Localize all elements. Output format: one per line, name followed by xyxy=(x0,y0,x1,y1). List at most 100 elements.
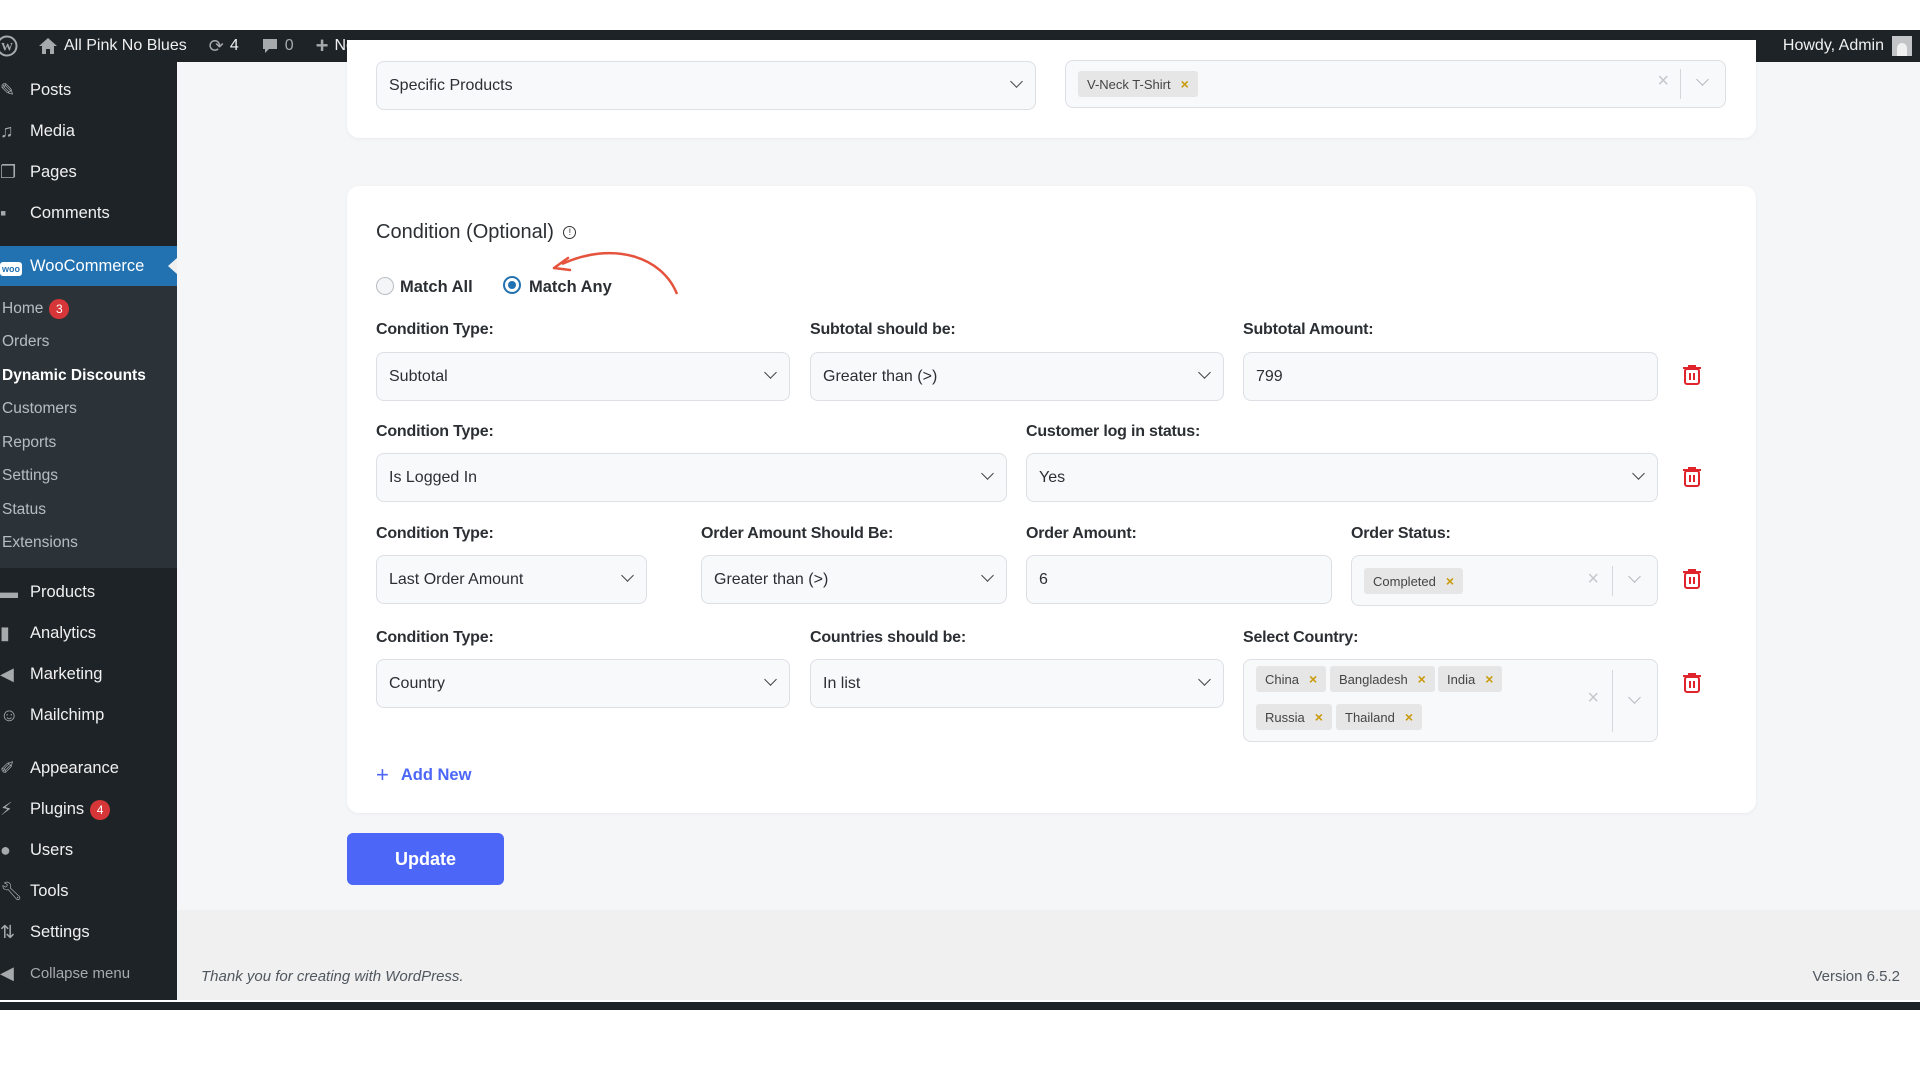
login-status-select[interactable]: Yes xyxy=(1026,453,1658,502)
sidebar-item-mailchimp[interactable]: ☺ Mailchimp xyxy=(0,695,177,736)
match-all-radio[interactable] xyxy=(376,277,394,295)
order-status-multiselect[interactable]: Completed × × xyxy=(1351,555,1658,606)
avatar xyxy=(1892,36,1912,56)
sidebar-item-tools[interactable]: 🔧︎ Tools xyxy=(0,871,177,912)
select-country-label: Select Country: xyxy=(1243,629,1359,646)
chevron-down-icon xyxy=(764,366,777,379)
remove-tag-icon[interactable]: × xyxy=(1309,671,1317,687)
country-tag: China × xyxy=(1256,666,1327,692)
submenu-customers[interactable]: Customers xyxy=(0,393,177,427)
remove-tag-icon[interactable]: × xyxy=(1315,709,1323,725)
site-name-link[interactable]: All Pink No Blues xyxy=(38,30,187,62)
updates-link[interactable]: ⟳ 4 xyxy=(209,30,239,62)
divider xyxy=(1680,69,1681,99)
sidebar-item-appearance[interactable]: ✐ Appearance xyxy=(0,748,177,789)
plug-icon: ⚡ xyxy=(0,799,13,819)
submenu-settings[interactable]: Settings xyxy=(0,460,177,494)
comment-icon: ▪ xyxy=(0,203,7,223)
sidebar-item-users[interactable]: ● Users xyxy=(0,830,177,871)
clear-icon[interactable]: × xyxy=(1587,568,1599,591)
sidebar-item-comments[interactable]: ▪ Comments xyxy=(0,193,177,234)
match-any-label[interactable]: Match Any xyxy=(529,278,612,297)
status-tag: Completed × xyxy=(1364,568,1464,594)
chevron-down-icon[interactable] xyxy=(1628,691,1641,704)
select-value: Greater than (>) xyxy=(823,367,938,385)
sidebar-item-label: Comments xyxy=(30,204,110,222)
operator-select[interactable]: Greater than (>) xyxy=(810,352,1224,401)
mailchimp-icon: ☺ xyxy=(0,705,19,725)
comment-icon xyxy=(262,39,277,53)
products-multiselect[interactable]: V-Neck T-Shirt × × xyxy=(1065,60,1726,108)
submenu-dynamic-discounts[interactable]: Dynamic Discounts xyxy=(0,359,177,393)
country-tag: Bangladesh × xyxy=(1330,666,1435,692)
chevron-down-icon xyxy=(981,467,994,480)
my-account[interactable]: Howdy, Admin xyxy=(1783,30,1912,62)
remove-tag-icon[interactable]: × xyxy=(1405,709,1413,725)
sidebar-item-label: Marketing xyxy=(30,665,103,683)
info-icon[interactable]: ! xyxy=(563,226,577,240)
sidebar-item-analytics[interactable]: ▮ Analytics xyxy=(0,613,177,654)
submenu-home[interactable]: Home 3 xyxy=(0,292,177,326)
condition-title: Condition (Optional) ! xyxy=(376,221,577,244)
collapse-menu-button[interactable]: ◀ Collapse menu xyxy=(0,953,177,994)
delete-condition-icon[interactable] xyxy=(1682,364,1702,386)
submenu-extensions[interactable]: Extensions xyxy=(0,527,177,561)
add-new-button[interactable]: + Add New xyxy=(376,762,471,788)
clear-icon[interactable]: × xyxy=(1657,70,1669,93)
remove-tag-icon[interactable]: × xyxy=(1446,573,1454,589)
operator-select[interactable]: Greater than (>) xyxy=(701,555,1007,604)
remove-tag-icon[interactable]: × xyxy=(1418,671,1426,687)
sidebar-item-woocommerce[interactable]: woo WooCommerce xyxy=(0,246,177,286)
select-value: Last Order Amount xyxy=(389,570,524,588)
operator-label: Subtotal should be: xyxy=(810,321,956,338)
comments-link[interactable]: 0 xyxy=(261,30,294,62)
subtotal-amount-input[interactable]: 799 xyxy=(1243,352,1658,401)
sidebar-item-posts[interactable]: ✎ Posts xyxy=(0,70,177,111)
submenu-status[interactable]: Status xyxy=(0,493,177,527)
apply-to-select[interactable]: Specific Products xyxy=(376,61,1036,110)
login-status-label: Customer log in status: xyxy=(1026,423,1201,440)
condition-type-select[interactable]: Subtotal xyxy=(376,352,790,401)
sliders-icon: ⇅ xyxy=(0,922,16,942)
submenu-reports[interactable]: Reports xyxy=(0,426,177,460)
sidebar-item-label: Tools xyxy=(30,882,69,900)
operator-select[interactable]: In list xyxy=(810,659,1224,708)
sidebar-item-media[interactable]: ♫ Media xyxy=(0,111,177,152)
order-amount-input[interactable]: 6 xyxy=(1026,555,1332,604)
match-all-label[interactable]: Match All xyxy=(400,278,473,297)
site-name: All Pink No Blues xyxy=(64,37,187,54)
delete-condition-icon[interactable] xyxy=(1682,568,1702,590)
remove-tag-icon[interactable]: × xyxy=(1181,76,1189,92)
condition-type-select[interactable]: Is Logged In xyxy=(376,453,1007,502)
sidebar-item-marketing[interactable]: ◀ Marketing xyxy=(0,654,177,695)
sidebar-item-products[interactable]: ▬ Products xyxy=(0,572,177,613)
user-icon: ● xyxy=(0,840,11,860)
bar-chart-icon: ▮ xyxy=(0,623,10,643)
tag-label: Bangladesh xyxy=(1339,671,1408,687)
divider xyxy=(1612,670,1613,732)
sidebar-item-settings[interactable]: ⇅ Settings xyxy=(0,912,177,953)
submenu-orders[interactable]: Orders xyxy=(0,326,177,360)
remove-tag-icon[interactable]: × xyxy=(1485,671,1493,687)
delete-condition-icon[interactable] xyxy=(1682,672,1702,694)
products-card: Specific Products V-Neck T-Shirt × × xyxy=(347,40,1756,138)
divider xyxy=(1612,566,1613,596)
tag-label: Russia xyxy=(1265,709,1305,725)
sidebar-item-pages[interactable]: ❐ Pages xyxy=(0,152,177,193)
chevron-down-icon[interactable] xyxy=(1696,73,1709,86)
delete-condition-icon[interactable] xyxy=(1682,466,1702,488)
sidebar-item-plugins[interactable]: ⚡ Plugins 4 xyxy=(0,789,177,830)
chevron-down-icon xyxy=(981,569,994,582)
match-any-radio[interactable] xyxy=(503,276,521,294)
condition-type-select[interactable]: Last Order Amount xyxy=(376,555,647,604)
country-multiselect[interactable]: China × Bangladesh × India × Russia × Thaila… xyxy=(1243,659,1658,742)
media-icon: ♫ xyxy=(0,121,14,141)
wp-logo-button[interactable]: W xyxy=(0,30,18,62)
chevron-down-icon xyxy=(1198,673,1211,686)
condition-type-select[interactable]: Country xyxy=(376,659,790,708)
clear-icon[interactable]: × xyxy=(1587,687,1599,710)
chevron-down-icon[interactable] xyxy=(1628,570,1641,583)
wrench-icon: 🔧︎ xyxy=(0,881,23,901)
select-value: In list xyxy=(823,674,861,692)
update-button[interactable]: Update xyxy=(347,833,504,885)
